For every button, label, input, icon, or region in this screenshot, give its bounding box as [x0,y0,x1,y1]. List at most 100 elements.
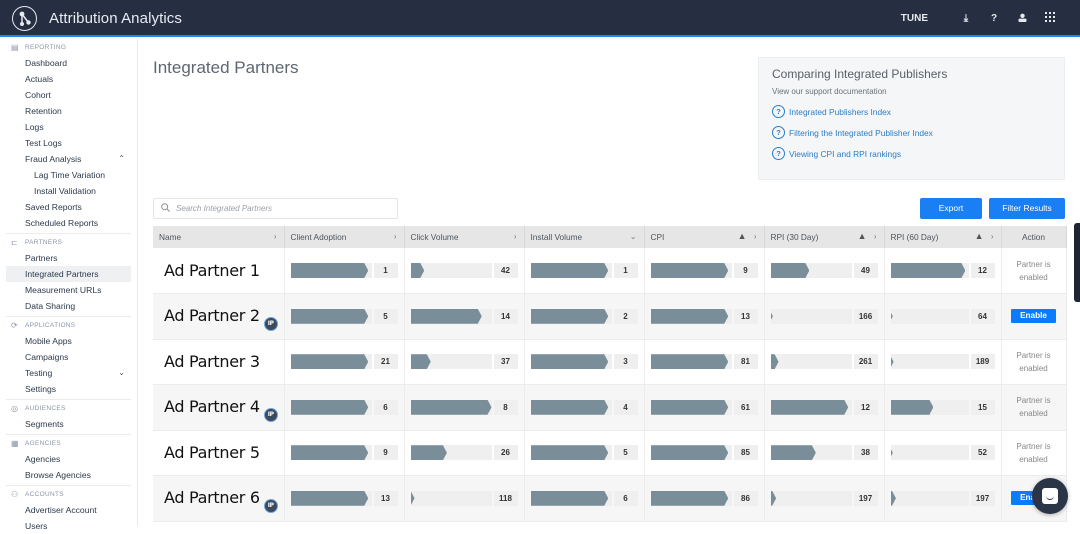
download-icon[interactable]: ⤓ [952,13,980,24]
sidebar-item-label: Data Sharing [25,301,76,311]
sort-chevron-down-icon[interactable]: ⌄ [630,232,637,241]
sidebar-item-dashboard[interactable]: Dashboard [0,55,137,71]
account-switcher[interactable]: TUNE [901,13,928,24]
table-row: Ad Partner 4 IP 6 8 4 61 12 15 Partner is enable… [153,384,1067,431]
rank-bar-track [890,445,969,461]
warning-icon[interactable]: ▲ [738,231,747,241]
question-circle-icon: ? [772,147,785,160]
metric-cell: 6 [284,384,405,431]
column-header-client-adoption[interactable]: Client Adoption › [284,226,405,248]
page-title: Integrated Partners [153,58,299,77]
sidebar-item-segments[interactable]: Segments [0,416,137,432]
apps-grid-icon[interactable] [1036,12,1064,25]
sidebar-item-testing[interactable]: Testing ⌄ [0,365,137,381]
rank-bar-fill [771,491,777,506]
sidebar-item-actuals[interactable]: Actuals [0,71,137,87]
rank-bar: 26 [410,445,518,461]
user-icon[interactable] [1008,13,1036,25]
sidebar-item-label: Fraud Analysis [25,154,82,164]
column-header-rpi-60-day[interactable]: RPI (60 Day) ▲ › [884,226,1002,248]
sidebar-item-agencies[interactable]: Agencies [0,451,137,467]
help-link-label[interactable]: Integrated Publishers Index [789,107,891,117]
rank-value: 81 [733,354,758,370]
search-box[interactable] [153,198,398,219]
side-panel-handle[interactable] [1074,223,1080,302]
partner-name[interactable]: Ad Partner 5 [159,443,260,462]
partner-name[interactable]: Ad Partner 1 [159,261,260,280]
help-link-label[interactable]: Filtering the Integrated Publisher Index [789,128,933,138]
sidebar-item-users[interactable]: Users [0,518,137,534]
sidebar-item-saved-reports[interactable]: Saved Reports [0,199,137,215]
partner-name[interactable]: Ad Partner 3 [159,352,260,371]
metric-cell: 13 [644,293,765,340]
sort-chevron-right-icon[interactable]: › [991,232,994,241]
sidebar-item-label: Saved Reports [25,202,82,212]
chevron-up-icon[interactable]: ⌃ [118,151,125,167]
sort-chevron-right-icon[interactable]: › [274,232,277,241]
warning-icon[interactable]: ▲ [858,231,867,241]
rank-value: 9 [373,445,398,461]
filter-results-button[interactable]: Filter Results [989,198,1065,219]
sidebar-item-lag-time-variation[interactable]: Lag Time Variation [0,167,137,183]
sidebar-item-measurement-urls[interactable]: Measurement URLs [0,282,137,298]
sidebar-item-label: Browse Agencies [25,470,91,480]
sidebar-item-browse-agencies[interactable]: Browse Agencies [0,467,137,483]
rank-bar-fill [411,354,431,369]
sidebar-item-retention[interactable]: Retention [0,103,137,119]
sidebar-item-data-sharing[interactable]: Data Sharing [0,298,137,314]
partner-name[interactable]: Ad Partner 2 IP [159,306,278,332]
table-header-row: Name › Client Adoption › Click Volume › Instal… [153,226,1067,248]
warning-icon[interactable]: ▲ [975,231,984,241]
help-panel: Comparing Integrated Publishers View our… [758,57,1065,180]
sidebar-item-scheduled-reports[interactable]: Scheduled Reports [0,215,137,231]
rank-value: 5 [613,445,638,461]
help-link-cpi-rpi[interactable]: ? Viewing CPI and RPI rankings [772,147,1051,160]
help-link-label[interactable]: Viewing CPI and RPI rankings [789,149,901,159]
rank-value: 38 [853,445,878,461]
column-header-click-volume[interactable]: Click Volume › [404,226,525,248]
enable-partner-button[interactable]: Enable [1011,309,1056,324]
sidebar-section-reporting: ▤ REPORTING [0,40,137,55]
sidebar-item-mobile-apps[interactable]: Mobile Apps [0,333,137,349]
sidebar-item-cohort[interactable]: Cohort [0,87,137,103]
column-header-cpi[interactable]: CPI ▲ › [644,226,765,248]
rank-bar: 49 [770,263,878,278]
help-link-filtering[interactable]: ? Filtering the Integrated Publisher Ind… [772,126,1051,139]
metric-cell: 4 [524,384,645,431]
chat-launcher-button[interactable] [1032,478,1068,514]
sidebar-item-advertiser-account[interactable]: Advertiser Account [0,502,137,518]
rank-bar-track [890,308,969,324]
column-header-rpi-30-day[interactable]: RPI (30 Day) ▲ › [764,226,885,248]
question-circle-icon: ? [772,105,785,118]
export-button[interactable]: Export [920,198,982,219]
partner-name[interactable]: Ad Partner 4 IP [159,397,278,423]
rank-bar: 189 [890,354,995,370]
partner-name[interactable]: Ad Partner 6 IP [159,488,278,514]
search-input[interactable] [176,204,376,213]
help-icon[interactable]: ? [980,13,1008,24]
sidebar-item-fraud-analysis[interactable]: Fraud Analysis ⌃ [0,151,137,167]
column-header-name[interactable]: Name › [153,226,285,248]
help-link-publishers-index[interactable]: ? Integrated Publishers Index [772,105,1051,118]
sidebar-item-integrated-partners[interactable]: Integrated Partners [6,266,131,282]
sidebar-item-campaigns[interactable]: Campaigns [0,349,137,365]
sidebar-item-settings[interactable]: Settings [0,381,137,397]
chevron-down-icon[interactable]: ⌄ [118,365,125,381]
rank-bar-track [650,308,732,324]
rank-bar-fill [411,445,447,460]
app-logo-icon[interactable] [12,6,37,31]
sidebar-item-logs[interactable]: Logs [0,119,137,135]
sort-chevron-right-icon[interactable]: › [754,232,757,241]
sort-chevron-right-icon[interactable]: › [394,232,397,241]
metric-cell: 197 [764,475,885,522]
sort-chevron-right-icon[interactable]: › [874,232,877,241]
metric-cell: 61 [644,384,765,431]
column-header-install-volume[interactable]: Install Volume ⌄ [524,226,645,248]
sidebar-item-partners[interactable]: Partners [0,250,137,266]
sidebar-item-test-logs[interactable]: Test Logs [0,135,137,151]
sidebar-item-install-validation[interactable]: Install Validation [0,183,137,199]
rank-value: 15 [970,399,995,415]
column-header-label: RPI (60 Day) [890,232,939,242]
rank-bar-track [410,263,492,278]
sort-chevron-right-icon[interactable]: › [514,232,517,241]
